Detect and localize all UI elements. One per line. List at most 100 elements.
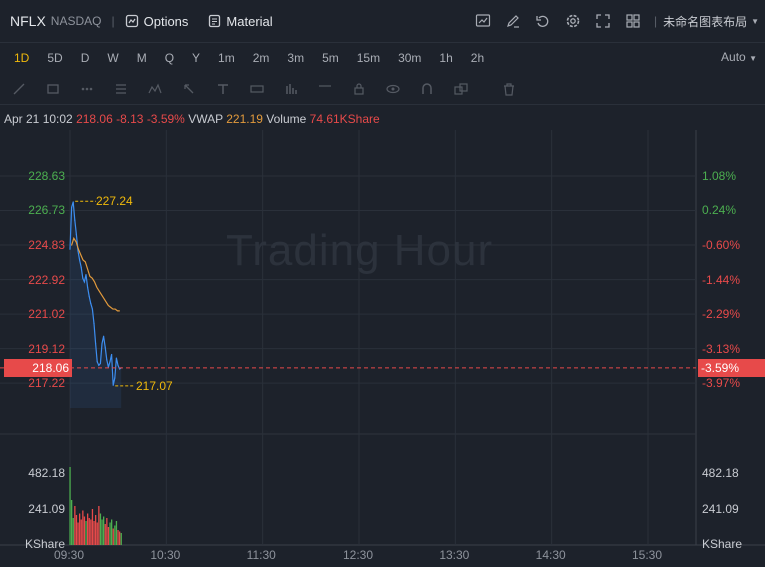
interval-1h[interactable]: 1h (435, 51, 456, 65)
volume-axis-label-right: 241.09 (702, 501, 739, 516)
volume-bar (115, 521, 118, 545)
trend-line-icon[interactable] (12, 82, 26, 96)
interval-1d[interactable]: 1D (10, 51, 33, 65)
x-axis-label: 12:30 (343, 548, 374, 562)
interval-m[interactable]: M (133, 51, 151, 65)
volume-bar (93, 521, 95, 545)
volume-bar (109, 522, 111, 545)
interval-w[interactable]: W (103, 51, 122, 65)
interval-d[interactable]: D (77, 51, 94, 65)
right-axis-label: -3.13% (702, 341, 741, 356)
snap-icon[interactable] (420, 82, 434, 96)
text-icon[interactable] (216, 82, 230, 96)
ellipsis-icon[interactable] (80, 82, 94, 96)
auto-scale-button[interactable]: Auto ▼ (721, 50, 757, 64)
price-point (101, 342, 103, 345)
volume-bar (103, 516, 105, 545)
price-chart[interactable]: 227.24 217.07 (0, 130, 765, 567)
interval-15m[interactable]: 15m (353, 51, 384, 65)
volume-bar (107, 527, 110, 545)
interval-y[interactable]: Y (188, 51, 204, 65)
price-point (98, 364, 100, 366)
material-button[interactable]: Material (208, 14, 273, 29)
interval-5m[interactable]: 5m (318, 51, 343, 65)
magnet-icon[interactable] (318, 82, 332, 96)
edit-icon[interactable] (504, 12, 522, 30)
price-point (112, 384, 114, 386)
exchange-label: NASDAQ (50, 14, 102, 28)
fib-icon[interactable] (114, 82, 128, 96)
quote-change: -8.13 (116, 112, 144, 126)
interval-2h[interactable]: 2h (467, 51, 488, 65)
interval-1m[interactable]: 1m (214, 51, 239, 65)
quote-change-pct: -3.59% (146, 112, 185, 126)
x-axis-label: 13:30 (439, 548, 470, 562)
left-axis-label: 219.12 (28, 341, 65, 356)
quote-info-line: Apr 21 10:02 218.06 -8.13 -3.59% VWAP 22… (4, 112, 380, 126)
price-point (106, 359, 108, 361)
divider: | (111, 14, 115, 28)
interval-3m[interactable]: 3m (283, 51, 308, 65)
price-point (115, 357, 117, 359)
quote-price: 218.06 (76, 112, 113, 126)
price-point (69, 248, 71, 250)
undo-icon[interactable] (534, 12, 552, 30)
volume-axis-label-right: 482.18 (702, 465, 739, 480)
volume-axis-label: 241.09 (28, 501, 65, 516)
volume-bar (98, 506, 100, 545)
fullscreen-icon[interactable] (594, 12, 612, 30)
price-point (96, 361, 98, 363)
x-axis-label: 14:30 (535, 548, 566, 562)
price-point (109, 361, 111, 363)
vwap-label: VWAP (188, 112, 223, 126)
divider: | (653, 14, 658, 28)
interval-5d[interactable]: 5D (43, 51, 66, 65)
price-point (111, 353, 113, 356)
interval-30m[interactable]: 30m (394, 51, 425, 65)
price-point (117, 364, 119, 366)
measure-icon[interactable] (250, 82, 264, 96)
eye-icon[interactable] (386, 82, 400, 96)
left-axis-label: 226.73 (28, 203, 65, 218)
volume-bar (119, 531, 121, 545)
x-axis-label: 10:30 (150, 548, 181, 562)
price-point (88, 295, 90, 297)
volume-bar (114, 525, 116, 545)
rectangle-icon[interactable] (46, 82, 60, 96)
price-point (82, 277, 84, 279)
symbol-label[interactable]: NFLX (10, 13, 46, 29)
left-axis-label: 224.83 (28, 237, 65, 252)
x-axis-label: 09:30 (54, 548, 85, 562)
interval-q[interactable]: Q (161, 51, 178, 65)
chart-icon[interactable] (474, 12, 492, 30)
volume-bar (96, 522, 98, 545)
volume-bar (80, 519, 82, 545)
current-price-tag: 218.06 (4, 358, 72, 377)
layout-dropdown[interactable]: 未命名图表布局 ▼ (663, 13, 759, 30)
material-icon (209, 14, 221, 28)
volume-bar (90, 519, 92, 545)
volume-bar (83, 516, 86, 545)
volume-bar (88, 518, 90, 545)
options-button[interactable]: Options (125, 14, 188, 29)
volume-bar (74, 506, 76, 545)
settings-icon[interactable] (564, 12, 582, 30)
price-point (114, 377, 116, 379)
pattern-icon[interactable] (148, 82, 162, 96)
volume-value: 74.61KShare (309, 112, 380, 126)
volume-bar (120, 533, 122, 545)
layers-icon[interactable] (454, 82, 468, 96)
trash-icon[interactable] (502, 82, 516, 96)
interval-2m[interactable]: 2m (249, 51, 274, 65)
price-point (85, 273, 87, 276)
low-label: 217.07 (136, 379, 173, 393)
trading-hour-watermark: Trading Hour (226, 226, 494, 275)
volume-bar (95, 515, 97, 545)
volume-unit-label-right: KShare (702, 537, 743, 551)
right-axis-label: -3.97% (702, 376, 741, 391)
lock-icon[interactable] (352, 82, 366, 96)
price-point (80, 266, 82, 268)
volume-profile-icon[interactable] (284, 82, 298, 96)
grid-icon[interactable] (624, 12, 642, 30)
arrow-icon[interactable] (182, 82, 196, 96)
